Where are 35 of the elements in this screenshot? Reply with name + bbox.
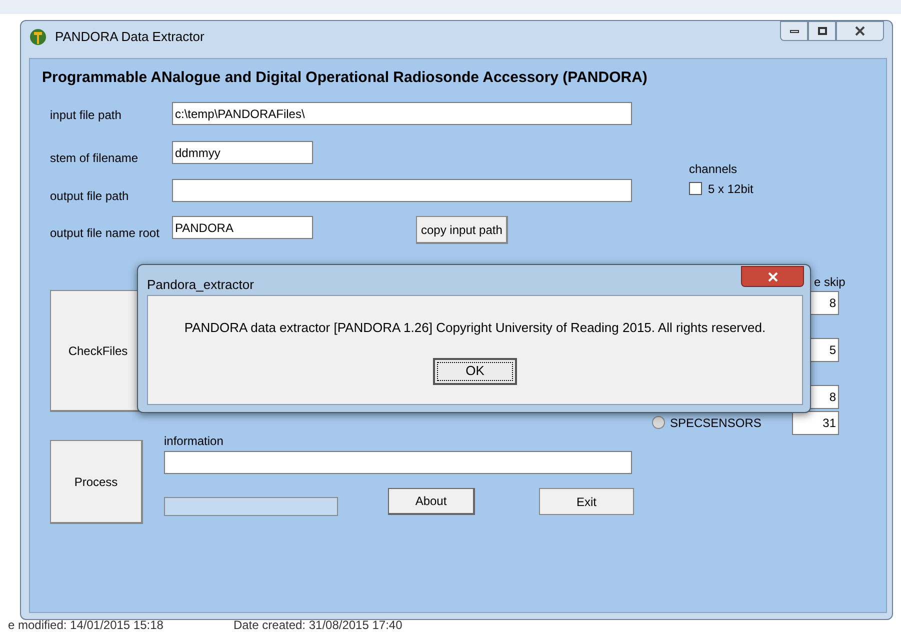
section-label: channels — [689, 161, 738, 178]
copy-path-button[interactable]: copy input path — [416, 216, 508, 244]
file-info-text: e modified: 14/01/2015 15:18 — [8, 617, 164, 632]
maximize-button[interactable] — [808, 21, 836, 41]
text-field[interactable]: PANDORA — [172, 216, 313, 239]
process-button[interactable]: Process — [50, 440, 143, 524]
text-field[interactable]: c:\temp\PANDORAFiles\ — [172, 102, 632, 125]
field-label: information — [164, 433, 224, 450]
information-field[interactable] — [164, 451, 632, 474]
ok-button[interactable]: OK — [433, 358, 517, 384]
dialog-title: Pandora_extractor — [147, 276, 254, 294]
checkbox[interactable] — [689, 182, 702, 195]
field-label: stem of filename — [50, 150, 138, 167]
dialog-message: PANDORA data extractor [PANDORA 1.26] Copyright University of Reading 2015. All rights reserved. — [184, 319, 766, 337]
field-label: output file name root — [50, 225, 160, 242]
form-heading: Programmable ANalogue and Digital Operational Radiosonde Accessory (PANDORA) — [42, 68, 648, 88]
about-button[interactable]: About — [388, 488, 475, 515]
exit-button[interactable]: Exit — [539, 488, 634, 515]
close-icon — [855, 26, 865, 36]
close-button[interactable] — [836, 21, 884, 41]
radio-label: SPECSENSORS — [670, 415, 762, 432]
text-field[interactable] — [172, 179, 632, 202]
field-label: e skip — [814, 274, 846, 291]
app-icon — [29, 28, 47, 46]
minimize-button[interactable] — [780, 21, 808, 41]
file-info-text: Date created: 31/08/2015 17:40 — [233, 617, 402, 632]
checkbox-label: 5 x 12bit — [708, 181, 754, 198]
text-field[interactable]: 31 — [792, 411, 839, 435]
field-label: input file path — [50, 107, 122, 124]
close-icon — [768, 272, 778, 282]
close-button[interactable] — [741, 266, 804, 287]
text-field[interactable]: ddmmyy — [172, 141, 313, 164]
radio-button[interactable] — [652, 416, 665, 429]
field-label: output file path — [50, 188, 129, 205]
window-title: PANDORA Data Extractor — [55, 28, 204, 46]
